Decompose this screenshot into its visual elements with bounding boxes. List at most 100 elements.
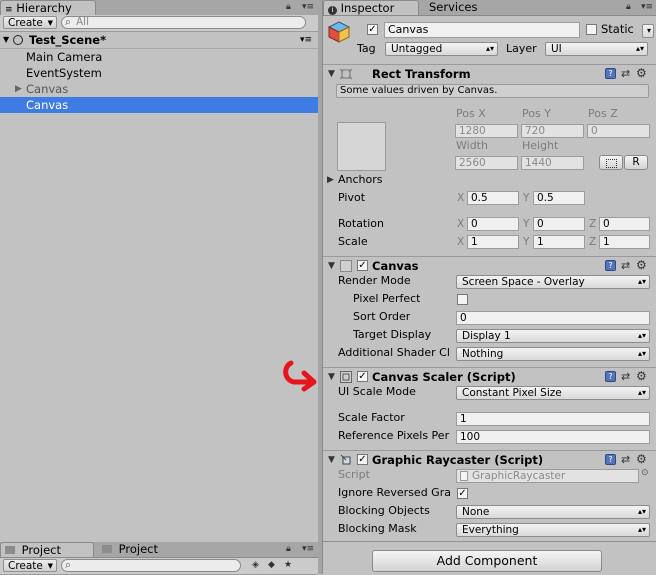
canvas-scaler-enabled-checkbox[interactable]: ✓ (357, 371, 368, 382)
hierarchy-toolbar: Create ▼ ⌕ All (0, 15, 318, 32)
tree-item-canvas-1[interactable]: ▶ Canvas (0, 81, 318, 97)
preset-sliders-icon[interactable]: ⇄ (621, 371, 632, 382)
width-value: 2560 (459, 157, 486, 169)
layer-dropdown[interactable]: UI ▴▾ (545, 42, 648, 56)
tab-hierarchy[interactable]: ≡ Hierarchy (0, 0, 96, 15)
width-field[interactable]: 2560 (455, 156, 518, 170)
create-button[interactable]: Create ▼ (3, 16, 57, 29)
foldout-arrow-icon[interactable]: ▼ (328, 65, 335, 83)
project-create-button[interactable]: Create ▼ (3, 559, 57, 572)
static-checkbox[interactable] (586, 24, 597, 35)
pos-x-field[interactable]: 1280 (455, 124, 518, 138)
anchors-foldout-icon[interactable]: ▶ (327, 172, 334, 188)
preset-sliders-icon[interactable]: ⇄ (621, 68, 632, 79)
rotation-y-field[interactable]: 0 (533, 217, 585, 231)
foldout-arrow-icon[interactable]: ▼ (328, 368, 335, 386)
preset-sliders-icon[interactable]: ⇄ (621, 260, 632, 271)
rect-transform-header[interactable]: ▼ Rect Transform ? ⇄ ⚙ (323, 64, 656, 82)
tab-inspector-label: Inspector (340, 1, 395, 15)
tab-project-2[interactable]: Project (98, 542, 192, 557)
blocking-objects-label: Blocking Objects (338, 504, 430, 517)
gear-icon[interactable]: ⚙ (636, 259, 647, 271)
reference-ppu-field[interactable]: 100 (456, 430, 650, 444)
help-book-icon[interactable]: ? (605, 260, 616, 271)
layer-value: UI (551, 43, 562, 55)
height-field[interactable]: 1440 (521, 156, 584, 170)
target-display-dropdown[interactable]: Display 1 ▴▾ (456, 329, 650, 343)
pos-y-field[interactable]: 720 (521, 124, 584, 138)
expand-arrow-icon[interactable]: ▶ (15, 81, 22, 97)
ui-scale-mode-label: UI Scale Mode (338, 385, 416, 398)
preset-sliders-icon[interactable]: ⇄ (621, 454, 632, 465)
pivot-y-field[interactable]: 0.5 (533, 191, 585, 205)
canvas-enabled-checkbox[interactable]: ✓ (357, 260, 368, 271)
tab-menu-icon[interactable]: ▾≡ (641, 2, 653, 12)
scale-y-field[interactable]: 1 (533, 235, 585, 249)
pivot-x-field[interactable]: 0.5 (467, 191, 519, 205)
tab-services[interactable]: Services (425, 0, 515, 15)
ignore-reversed-checkbox[interactable]: ✓ (457, 488, 468, 499)
canvas-scaler-header[interactable]: ▼ ✓ Canvas Scaler (Script) ? ⇄ ⚙ (323, 367, 656, 385)
object-name-field[interactable]: Canvas (384, 22, 580, 38)
tag-dropdown[interactable]: Untagged ▴▾ (385, 42, 498, 56)
rotation-z-field[interactable]: 0 (599, 217, 650, 231)
scale-factor-field[interactable]: 1 (456, 412, 650, 426)
tree-item-eventsystem[interactable]: EventSystem (0, 65, 318, 81)
ui-scale-mode-dropdown[interactable]: Constant Pixel Size ▴▾ (456, 386, 650, 400)
render-mode-dropdown[interactable]: Screen Space - Overlay ▴▾ (456, 275, 650, 289)
raw-edit-button[interactable]: R (624, 155, 648, 170)
blocking-objects-dropdown[interactable]: None ▴▾ (456, 505, 650, 519)
tab-menu-icon[interactable]: ▾≡ (302, 544, 314, 554)
sort-order-field[interactable]: 0 (456, 311, 650, 325)
pos-z-field[interactable]: 0 (587, 124, 650, 138)
rot-z-value: 0 (603, 218, 610, 230)
tab-project-1[interactable]: Project (0, 542, 94, 557)
blueprint-mode-button[interactable] (599, 155, 623, 170)
help-book-icon[interactable]: ? (605, 68, 616, 79)
lock-icon[interactable]: 🔒︎ (286, 544, 291, 554)
blocking-mask-value: Everything (462, 524, 519, 536)
graphic-raycaster-header[interactable]: ▼ ✓ Graphic Raycaster (Script) ? ⇄ ⚙ (323, 450, 656, 468)
gear-icon[interactable]: ⚙ (636, 370, 647, 382)
gear-icon[interactable]: ⚙ (636, 453, 647, 465)
script-field[interactable]: GraphicRaycaster (456, 469, 639, 483)
filter-by-type-icon[interactable]: ◈ (252, 560, 259, 570)
filter-by-label-icon[interactable]: ◆ (268, 560, 275, 570)
target-display-label: Target Display (353, 328, 432, 341)
object-picker-icon[interactable]: ⊙ (641, 468, 649, 478)
tree-item-canvas-2[interactable]: Canvas (0, 97, 318, 113)
static-dropdown[interactable]: ▾ (642, 24, 654, 38)
foldout-arrow-icon[interactable]: ▼ (328, 257, 335, 275)
active-checkbox[interactable]: ✓ (367, 24, 378, 35)
anchor-presets-button[interactable] (337, 122, 386, 171)
foldout-arrow-icon[interactable]: ▼ (328, 451, 335, 469)
tab-inspector[interactable]: i Inspector (323, 0, 419, 15)
gear-icon[interactable]: ⚙ (636, 67, 647, 79)
pixel-perfect-checkbox[interactable] (457, 294, 468, 305)
favorite-star-icon[interactable]: ★ (284, 560, 292, 570)
scene-header[interactable]: ▼ Test_Scene* ▾≡ (0, 32, 318, 49)
pivot-x-value: 0.5 (471, 192, 488, 204)
help-book-icon[interactable]: ? (605, 371, 616, 382)
chevron-down-icon: ▼ (47, 19, 53, 27)
tab-menu-icon[interactable]: ▾≡ (302, 2, 314, 12)
canvas-component-header[interactable]: ▼ ✓ Canvas ? ⇄ ⚙ (323, 256, 656, 274)
blocking-mask-dropdown[interactable]: Everything ▴▾ (456, 523, 650, 537)
tab-hierarchy-label: Hierarchy (16, 1, 72, 15)
shader-channels-dropdown[interactable]: Nothing ▴▾ (456, 347, 650, 361)
scale-z-field[interactable]: 1 (599, 235, 650, 249)
project-search-input[interactable]: ⌕ (61, 559, 241, 572)
add-component-button[interactable]: Add Component (372, 550, 602, 572)
lock-icon[interactable]: 🔒︎ (626, 2, 631, 12)
search-icon: ⌕ (65, 16, 71, 28)
tree-item-main-camera[interactable]: Main Camera (0, 49, 318, 65)
rotation-x-field[interactable]: 0 (467, 217, 519, 231)
rot-z-axis-label: Z (589, 218, 597, 230)
help-book-icon[interactable]: ? (605, 454, 616, 465)
project-tabbar: Project Project 🔒︎ ▾≡ (0, 542, 318, 558)
hierarchy-search-input[interactable]: ⌕ All (61, 16, 306, 29)
scale-x-field[interactable]: 1 (467, 235, 519, 249)
scene-menu-icon[interactable]: ▾≡ (300, 32, 312, 48)
lock-icon[interactable]: 🔒︎ (286, 2, 291, 12)
graphic-raycaster-enabled-checkbox[interactable]: ✓ (357, 454, 368, 465)
